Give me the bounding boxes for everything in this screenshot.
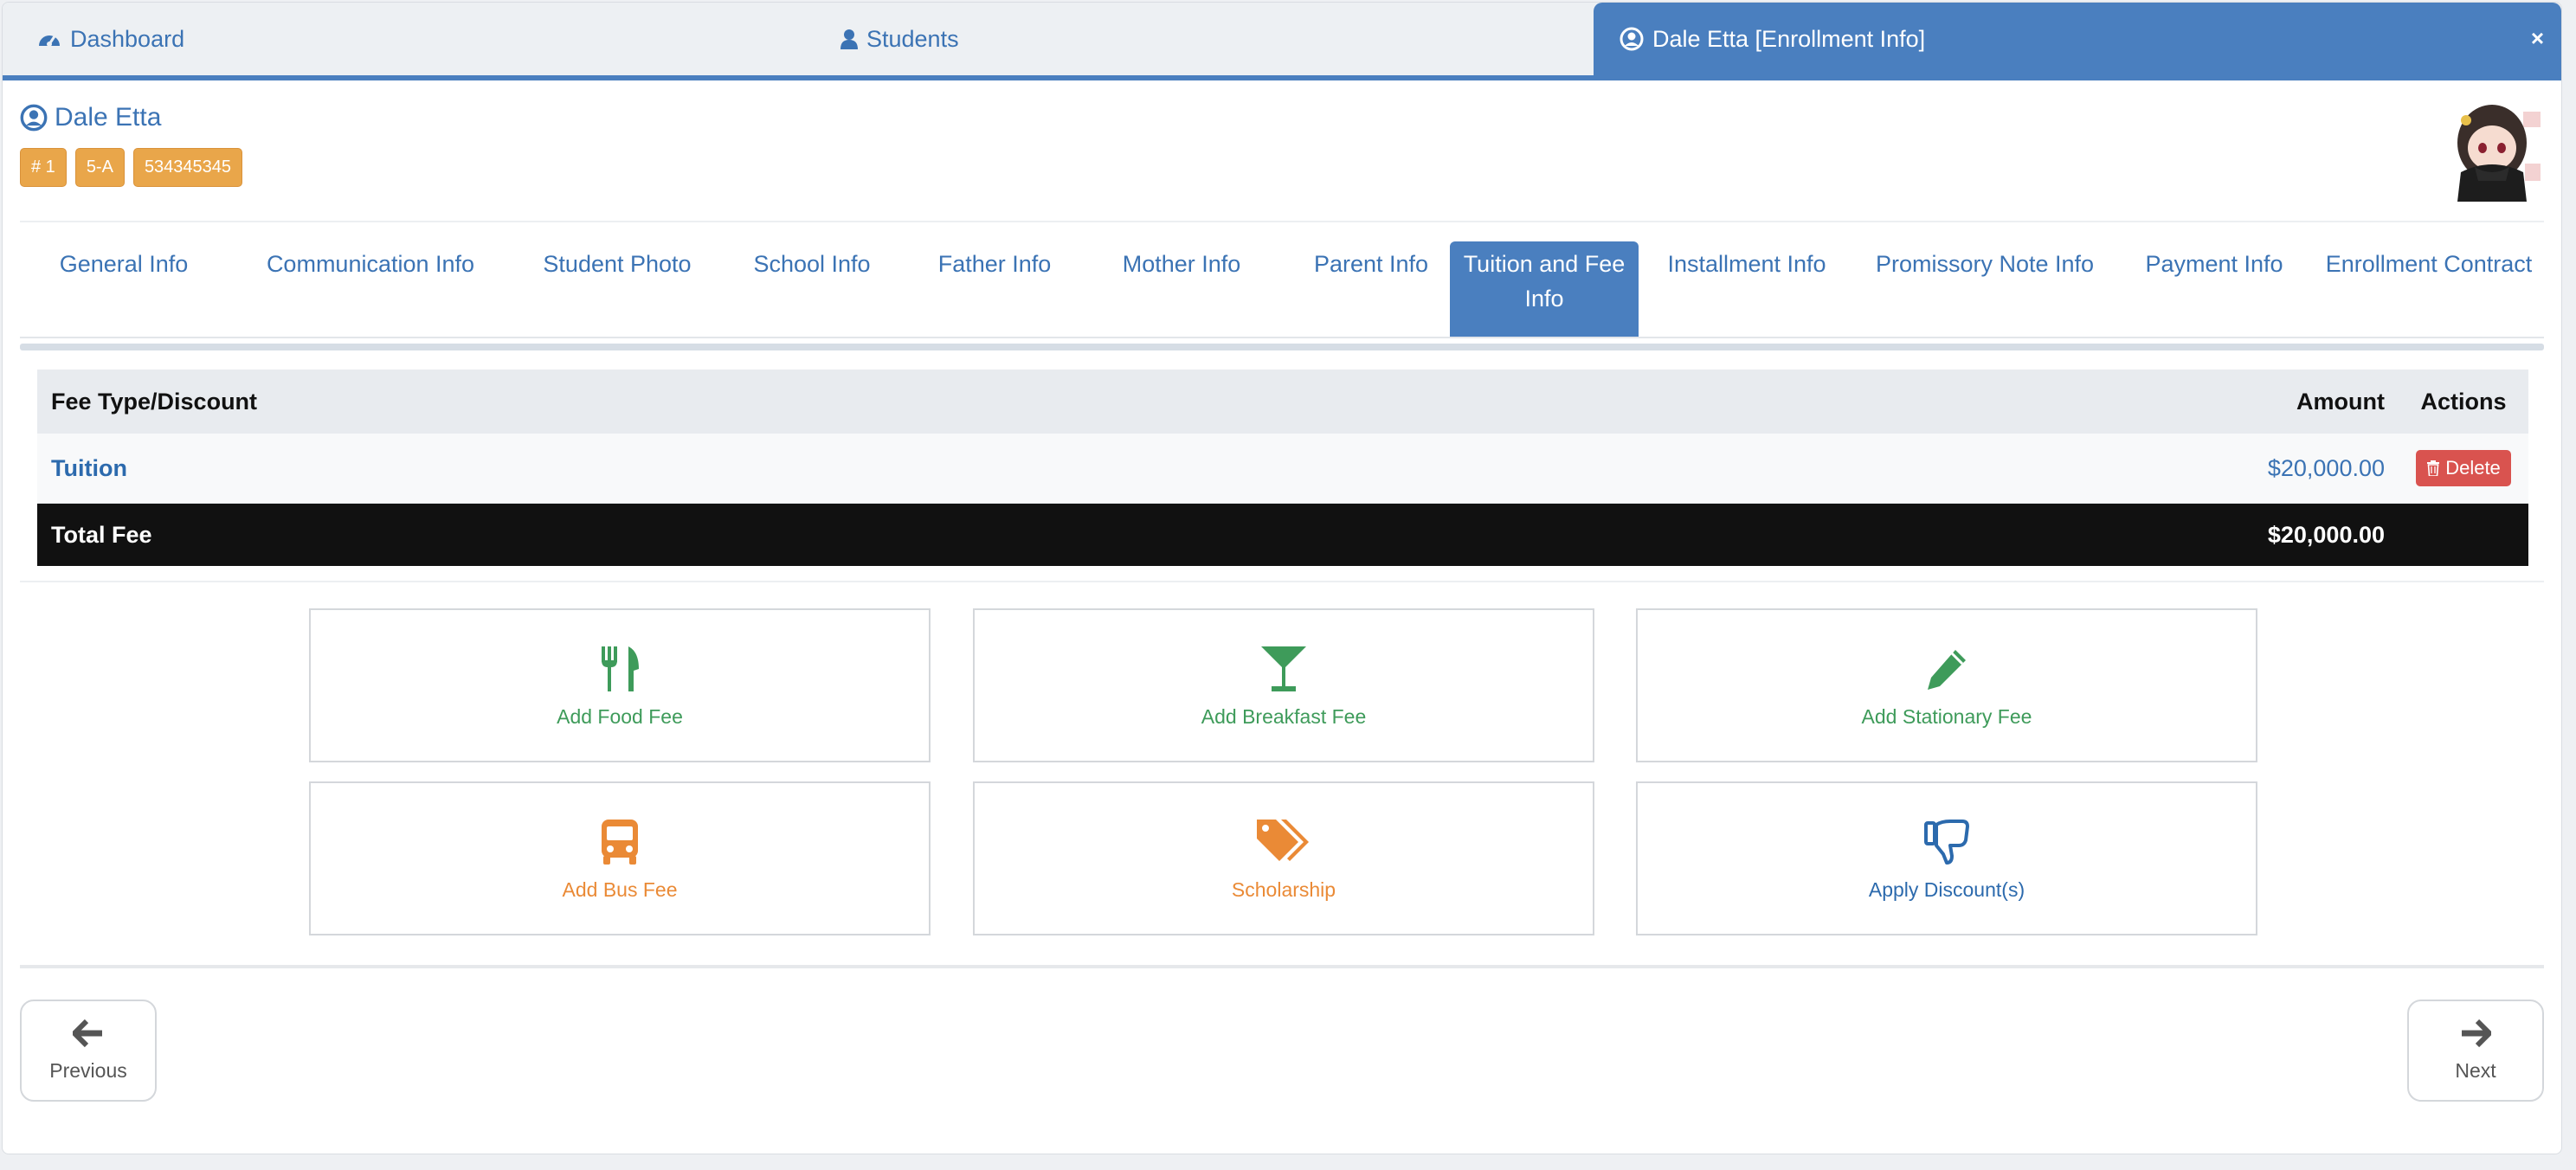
- tab-label: Payment Info: [2145, 251, 2283, 277]
- tab-general-info[interactable]: General Info: [20, 241, 228, 337]
- tab-payment-info[interactable]: Payment Info: [2115, 241, 2314, 337]
- tab-parent-info[interactable]: Parent Info: [1277, 241, 1465, 337]
- tab-enrollment-contract[interactable]: Enrollment Contract: [2314, 241, 2544, 337]
- cutlery-icon: [599, 643, 641, 695]
- user-circle-icon: [20, 104, 48, 132]
- tab-label: Installment Info: [1667, 251, 1826, 277]
- total-amount: $20,000.00: [2267, 521, 2385, 548]
- trash-icon: [2426, 460, 2440, 476]
- tab-content-border: [20, 344, 2544, 350]
- thumbs-down-icon: [1924, 816, 1969, 868]
- arrow-right-icon: [2460, 1019, 2492, 1052]
- add-bus-fee-button[interactable]: Add Bus Fee: [309, 781, 931, 935]
- tab-school-info[interactable]: School Info: [721, 241, 903, 337]
- user-icon: [840, 29, 858, 49]
- header-divider: [20, 221, 2544, 222]
- student-name-text: Dale Etta: [55, 103, 162, 132]
- table-total-row: Total Fee $20,000.00: [37, 504, 2528, 566]
- tab-tuition-fee-info[interactable]: Tuition and Fee Info: [1450, 241, 1639, 337]
- content-bottom-border: [20, 965, 2544, 968]
- add-food-fee-button[interactable]: Add Food Fee: [309, 608, 931, 762]
- cocktail-glass-icon: [1261, 643, 1306, 695]
- student-name: Dale Etta: [20, 103, 161, 132]
- tab-enrollment-label: Dale Etta [Enrollment Info]: [1652, 25, 1926, 52]
- actions-cell: Delete: [2399, 450, 2528, 486]
- enrollment-panel: Dashboard Students Dale Etta [Enrollment…: [2, 2, 2562, 1154]
- add-stationary-fee-button[interactable]: Add Stationary Fee: [1636, 608, 2257, 762]
- tab-dashboard[interactable]: Dashboard: [37, 3, 184, 75]
- arrow-left-icon: [72, 1019, 104, 1052]
- pencil-icon: [1924, 643, 1969, 695]
- tab-dashboard-label: Dashboard: [70, 25, 185, 52]
- badge-number: # 1: [20, 148, 67, 187]
- table-header: Fee Type/Discount Amount Actions: [37, 370, 2528, 434]
- apply-discounts-label: Apply Discount(s): [1868, 878, 2025, 901]
- tab-label: General Info: [59, 251, 189, 277]
- tab-label: Parent Info: [1313, 251, 1429, 277]
- tab-label: Student Photo: [543, 251, 692, 277]
- tab-installment-info[interactable]: Installment Info: [1639, 241, 1855, 337]
- section-tabs: General Info Communication Info Student …: [20, 241, 2544, 338]
- tab-label: Promissory Note Info: [1875, 251, 2095, 277]
- next-button[interactable]: Next: [2407, 1000, 2544, 1102]
- top-tab-bar: Dashboard Students Dale Etta [Enrollment…: [3, 3, 2561, 80]
- header-amount: Amount: [2296, 388, 2385, 415]
- tab-mother-info[interactable]: Mother Info: [1086, 241, 1277, 337]
- fee-type-cell[interactable]: Tuition: [37, 455, 2125, 482]
- tab-label-line1: Tuition and Fee: [1463, 251, 1626, 277]
- user-circle-icon: [1620, 27, 1644, 51]
- add-stationary-fee-label: Add Stationary Fee: [1861, 704, 2032, 728]
- tab-label: School Info: [753, 251, 871, 277]
- tab-label: Communication Info: [266, 251, 475, 277]
- apply-discounts-button[interactable]: Apply Discount(s): [1636, 781, 2257, 935]
- scholarship-label: Scholarship: [1231, 878, 1336, 901]
- dashboard-icon: [37, 29, 61, 49]
- table-row: Tuition $20,000.00 Delete: [37, 434, 2528, 504]
- tab-label: Father Info: [937, 251, 1052, 277]
- tab-label-line2: Info: [1524, 286, 1564, 312]
- avatar: [2440, 94, 2547, 202]
- header-fee-type: Fee Type/Discount: [51, 388, 258, 415]
- tab-label: Mother Info: [1122, 251, 1241, 277]
- table-divider: [20, 581, 2544, 582]
- tab-father-info[interactable]: Father Info: [903, 241, 1086, 337]
- badge-id: 534345345: [132, 148, 243, 187]
- tab-student-photo[interactable]: Student Photo: [513, 241, 721, 337]
- bus-icon: [600, 816, 640, 868]
- add-breakfast-fee-button[interactable]: Add Breakfast Fee: [973, 608, 1594, 762]
- add-breakfast-fee-label: Add Breakfast Fee: [1201, 704, 1367, 728]
- tab-students[interactable]: Students: [840, 3, 959, 75]
- previous-button[interactable]: Previous: [20, 1000, 157, 1102]
- add-bus-fee-label: Add Bus Fee: [562, 878, 678, 901]
- student-badges: # 1 5-A 534345345: [20, 148, 243, 187]
- header-actions: Actions: [2420, 388, 2507, 415]
- amount-cell: $20,000.00: [2267, 454, 2385, 481]
- tags-icon: [1257, 816, 1311, 868]
- tab-enrollment-info[interactable]: Dale Etta [Enrollment Info] ×: [1594, 3, 2561, 75]
- tab-communication-info[interactable]: Communication Info: [228, 241, 513, 337]
- close-tab-icon[interactable]: ×: [2531, 25, 2544, 52]
- delete-label: Delete: [2445, 457, 2501, 479]
- next-label: Next: [2455, 1058, 2496, 1082]
- tab-label: Enrollment Contract: [2325, 251, 2533, 277]
- previous-label: Previous: [49, 1058, 127, 1082]
- tab-label: Tuition and Fee Info: [1464, 247, 1626, 316]
- tab-promissory-note-info[interactable]: Promissory Note Info: [1855, 241, 2115, 337]
- badge-class: 5-A: [74, 148, 125, 187]
- add-food-fee-label: Add Food Fee: [557, 704, 683, 728]
- scholarship-button[interactable]: Scholarship: [973, 781, 1594, 935]
- total-label: Total Fee: [51, 521, 152, 548]
- tab-students-label: Students: [866, 25, 959, 52]
- fee-table: Fee Type/Discount Amount Actions Tuition…: [37, 370, 2528, 566]
- delete-button[interactable]: Delete: [2416, 450, 2511, 486]
